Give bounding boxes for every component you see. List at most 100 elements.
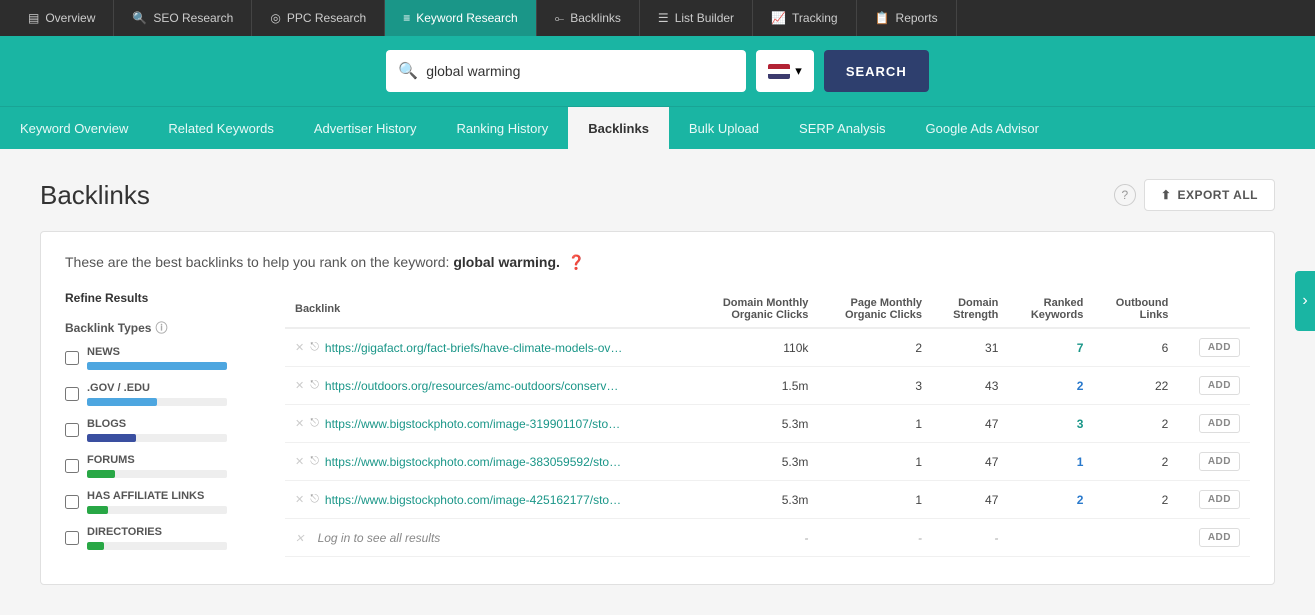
help-icon[interactable]: ?	[1114, 184, 1136, 206]
nav-list-label: List Builder	[675, 11, 734, 25]
subnav-advertiser-history[interactable]: Advertiser History	[294, 107, 437, 149]
card-description: These are the best backlinks to help you…	[65, 254, 1250, 271]
filter-news: NEWS	[65, 346, 265, 370]
filter-directories-checkbox[interactable]	[65, 531, 79, 545]
add-button[interactable]: ADD	[1199, 452, 1240, 471]
filter-affiliate-bar	[87, 506, 108, 514]
backlink-cell: ✕ ⎋ https://www.bigstockphoto.com/image-…	[285, 481, 695, 519]
table-row: ✕ ⎋ https://www.bigstockphoto.com/image-…	[285, 443, 1250, 481]
login-dash-1: -	[695, 519, 819, 557]
list-icon: ☰	[658, 11, 669, 25]
country-selector-button[interactable]: ▾	[756, 50, 814, 92]
subnav-keyword-overview[interactable]: Keyword Overview	[0, 107, 148, 149]
domain-strength: 47	[932, 443, 1008, 481]
subnav-related-keywords[interactable]: Related Keywords	[148, 107, 294, 149]
subnav-bulk-upload[interactable]: Bulk Upload	[669, 107, 779, 149]
header-actions: ? ⬆ EXPORT ALL	[1114, 179, 1275, 211]
nav-tracking[interactable]: 📈 Tracking	[753, 0, 857, 36]
filter-gov-edu-checkbox[interactable]	[65, 387, 79, 401]
subnav-ranking-history-label: Ranking History	[456, 121, 548, 136]
subnav-backlinks-label: Backlinks	[588, 121, 649, 136]
backlinks-table-wrap: Backlink Domain MonthlyOrganic Clicks Pa…	[285, 291, 1250, 557]
remove-icon[interactable]: ✕	[295, 417, 304, 430]
backlink-url[interactable]: https://gigafact.org/fact-briefs/have-cl…	[325, 341, 625, 355]
ranked-keywords: 1	[1008, 443, 1093, 481]
page-title: Backlinks	[40, 180, 150, 211]
sub-nav: Keyword Overview Related Keywords Advert…	[0, 106, 1315, 149]
page-monthly-clicks: 1	[818, 405, 932, 443]
top-nav: ▤ Overview 🔍 SEO Research ◎ PPC Research…	[0, 0, 1315, 36]
search-input[interactable]	[426, 63, 734, 79]
filter-affiliate-bar-wrap	[87, 506, 227, 514]
add-action: ADD	[1178, 481, 1250, 519]
filter-blogs-checkbox[interactable]	[65, 423, 79, 437]
nav-reports-label: Reports	[896, 11, 938, 25]
desc-prefix: These are the best backlinks to help you…	[65, 254, 449, 270]
nav-seo-research[interactable]: 🔍 SEO Research	[114, 0, 252, 36]
sidebar: Refine Results Backlink Types ⓘ NEWS	[65, 291, 265, 562]
nav-list-builder[interactable]: ☰ List Builder	[640, 0, 753, 36]
filter-blogs-bar	[87, 434, 136, 442]
backlinks-card: These are the best backlinks to help you…	[40, 231, 1275, 585]
filter-directories-bar	[87, 542, 104, 550]
subnav-serp-analysis[interactable]: SERP Analysis	[779, 107, 905, 149]
backlink-url[interactable]: https://www.bigstockphoto.com/image-4251…	[325, 493, 625, 507]
login-dash-2: -	[818, 519, 932, 557]
add-button[interactable]: ADD	[1199, 490, 1240, 509]
col-header-page-monthly-clicks: Page MonthlyOrganic Clicks	[818, 291, 932, 328]
add-action: ADD	[1178, 443, 1250, 481]
nav-reports[interactable]: 📋 Reports	[857, 0, 957, 36]
login-dash-3: -	[932, 519, 1008, 557]
remove-icon[interactable]: ✕	[295, 379, 304, 392]
nav-ppc-research[interactable]: ◎ PPC Research	[252, 0, 385, 36]
backlink-url[interactable]: https://www.bigstockphoto.com/image-3199…	[325, 417, 625, 431]
subnav-ranking-history[interactable]: Ranking History	[436, 107, 568, 149]
backlinks-table: Backlink Domain MonthlyOrganic Clicks Pa…	[285, 291, 1250, 557]
filter-news-label: NEWS	[87, 346, 227, 358]
filter-blogs-bar-wrap	[87, 434, 227, 442]
col-header-domain-monthly-clicks: Domain MonthlyOrganic Clicks	[695, 291, 819, 328]
login-row-label[interactable]: Log in to see all results	[318, 531, 441, 545]
domain-monthly-clicks: 5.3m	[695, 405, 819, 443]
domain-monthly-clicks: 1.5m	[695, 367, 819, 405]
backlink-url[interactable]: https://outdoors.org/resources/amc-outdo…	[325, 379, 625, 393]
table-row: ✕ ⎋ https://www.bigstockphoto.com/image-…	[285, 405, 1250, 443]
filter-forums-bar-wrap	[87, 470, 227, 478]
filter-forums: FORUMS	[65, 454, 265, 478]
scroll-right-indicator[interactable]: ›	[1295, 271, 1315, 331]
nav-overview-label: Overview	[45, 11, 95, 25]
nav-overview[interactable]: ▤ Overview	[10, 0, 114, 36]
add-button[interactable]: ADD	[1199, 338, 1240, 357]
description-help-icon[interactable]: ❓	[568, 254, 585, 270]
export-all-button[interactable]: ⬆ EXPORT ALL	[1144, 179, 1275, 211]
nav-backlinks-label: Backlinks	[570, 11, 621, 25]
add-button[interactable]: ADD	[1199, 376, 1240, 395]
filter-forums-checkbox[interactable]	[65, 459, 79, 473]
subnav-backlinks[interactable]: Backlinks	[568, 107, 669, 149]
domain-monthly-clicks: 5.3m	[695, 443, 819, 481]
subnav-keyword-overview-label: Keyword Overview	[20, 121, 128, 136]
nav-backlinks[interactable]: ⟜ Backlinks	[537, 0, 640, 36]
us-flag-icon	[768, 64, 790, 79]
remove-icon[interactable]: ✕	[295, 341, 304, 354]
col-header-outbound-links: OutboundLinks	[1093, 291, 1178, 328]
ranked-keywords: 2	[1008, 367, 1093, 405]
filter-forums-bar	[87, 470, 115, 478]
chevron-down-icon: ▾	[795, 63, 802, 79]
backlink-cell: ✕ ⎋ https://gigafact.org/fact-briefs/hav…	[285, 328, 695, 367]
remove-icon[interactable]: ✕	[295, 493, 304, 506]
subnav-google-ads-advisor[interactable]: Google Ads Advisor	[906, 107, 1059, 149]
backlink-url[interactable]: https://www.bigstockphoto.com/image-3830…	[325, 455, 625, 469]
subnav-serp-analysis-label: SERP Analysis	[799, 121, 885, 136]
page-monthly-clicks: 1	[818, 443, 932, 481]
remove-icon: ✕	[295, 533, 304, 545]
filter-affiliate-checkbox[interactable]	[65, 495, 79, 509]
add-button[interactable]: ADD	[1199, 414, 1240, 433]
external-link-icon: ⎋	[310, 493, 319, 506]
filter-news-checkbox[interactable]	[65, 351, 79, 365]
ranked-keywords: 7	[1008, 328, 1093, 367]
remove-icon[interactable]: ✕	[295, 455, 304, 468]
search-button[interactable]: SEARCH	[824, 50, 929, 92]
nav-keyword-research[interactable]: ≡ Keyword Research	[385, 0, 536, 36]
add-button[interactable]: ADD	[1199, 528, 1240, 547]
